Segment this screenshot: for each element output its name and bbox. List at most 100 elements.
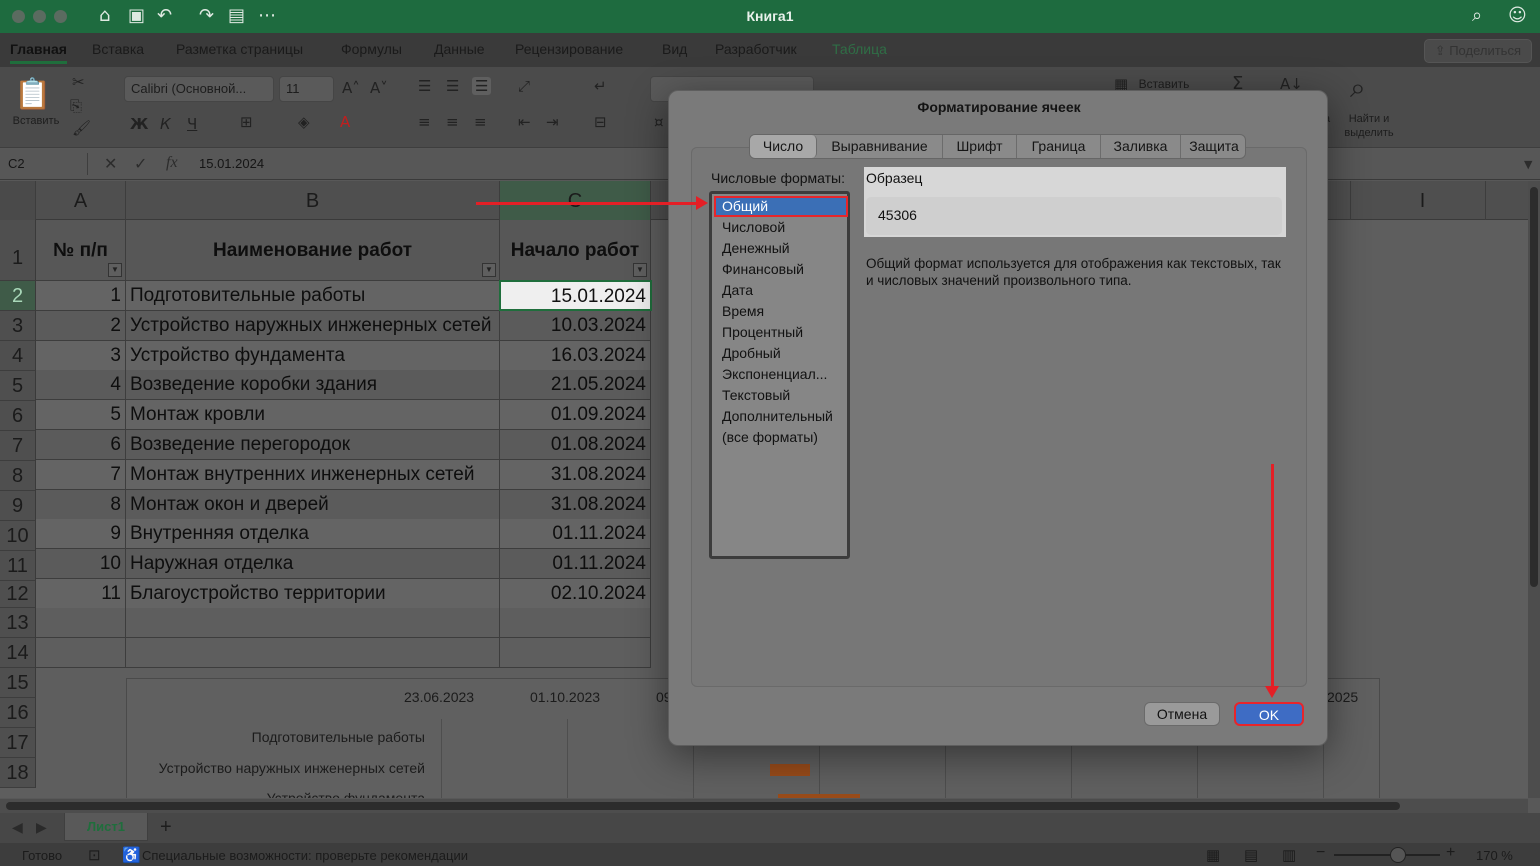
- empty-cell[interactable]: [36, 608, 126, 638]
- cell-number[interactable]: 9: [36, 519, 126, 550]
- zoom-level[interactable]: 170 %: [1476, 848, 1513, 863]
- vertical-scroll-thumb[interactable]: [1530, 187, 1538, 587]
- format-item[interactable]: Экспоненциал...: [722, 366, 827, 382]
- filter-dropdown-c[interactable]: ▼: [633, 263, 647, 277]
- tab-developer[interactable]: Разработчик: [715, 41, 797, 57]
- zoom-in-icon[interactable]: +: [1446, 844, 1455, 862]
- font-name-select[interactable]: Calibri (Основной...: [124, 76, 274, 102]
- row-header[interactable]: 1: [0, 220, 36, 281]
- format-item[interactable]: Текстовый: [722, 387, 790, 403]
- macro-record-icon[interactable]: ⊡: [88, 846, 101, 864]
- tab-page-layout[interactable]: Разметка страницы: [176, 41, 303, 57]
- format-painter-icon[interactable]: 🖌: [72, 119, 91, 137]
- add-sheet-icon[interactable]: +: [160, 816, 172, 839]
- tab-font[interactable]: Шрифт: [943, 135, 1017, 158]
- row-header[interactable]: 15: [0, 668, 36, 698]
- sheet-tab-list1[interactable]: Лист1: [64, 813, 148, 841]
- cell-number[interactable]: 8: [36, 489, 126, 520]
- share-button[interactable]: ⇪ Поделиться: [1423, 39, 1532, 63]
- cell-work-name[interactable]: Внутренняя отделка: [126, 519, 500, 550]
- search-icon[interactable]: ⌕: [1472, 5, 1482, 26]
- column-header-a[interactable]: A: [36, 181, 126, 220]
- align-middle-icon[interactable]: ☰: [446, 77, 459, 95]
- accessibility-icon[interactable]: ♿: [122, 846, 141, 864]
- cell-work-name[interactable]: Благоустройство территории: [126, 579, 500, 609]
- horizontal-scroll-thumb[interactable]: [6, 802, 1400, 810]
- expand-formula-icon[interactable]: ▼: [1524, 158, 1532, 171]
- cell-start-date[interactable]: 31.08.2024: [500, 489, 651, 520]
- row-header[interactable]: 7: [0, 431, 36, 461]
- row-header[interactable]: 6: [0, 401, 36, 431]
- horizontal-scrollbar[interactable]: [0, 799, 1528, 813]
- cell-start-date[interactable]: 31.08.2024: [500, 459, 651, 490]
- empty-cell[interactable]: [126, 608, 500, 638]
- align-center-icon[interactable]: ≡: [446, 113, 459, 131]
- format-item[interactable]: Денежный: [722, 240, 790, 256]
- orientation-icon[interactable]: ⤢: [518, 77, 530, 95]
- tab-fill[interactable]: Заливка: [1101, 135, 1181, 158]
- confirm-entry-icon[interactable]: ✓: [134, 154, 147, 173]
- italic-button[interactable]: К: [160, 115, 171, 133]
- filter-dropdown-a[interactable]: ▼: [108, 263, 122, 277]
- cell-work-name[interactable]: Возведение коробки здания: [126, 370, 500, 401]
- tab-alignment[interactable]: Выравнивание: [817, 135, 943, 158]
- page-break-view-icon[interactable]: ▥: [1282, 846, 1296, 864]
- format-item[interactable]: Дробный: [722, 345, 781, 361]
- format-item[interactable]: Дата: [722, 282, 753, 298]
- bold-button[interactable]: Ж: [130, 115, 148, 133]
- cell-start-date[interactable]: 01.11.2024: [500, 519, 651, 550]
- empty-cell[interactable]: [500, 608, 651, 638]
- tab-insert[interactable]: Вставка: [92, 41, 144, 57]
- cell-number[interactable]: 6: [36, 430, 126, 460]
- row-header[interactable]: 18: [0, 758, 36, 788]
- cell-work-name[interactable]: Устройство фундамента: [126, 340, 500, 371]
- select-all-corner[interactable]: [0, 181, 36, 220]
- cell-number[interactable]: 7: [36, 459, 126, 490]
- cell-work-name[interactable]: Устройство наружных инженерных сетей: [126, 310, 500, 341]
- align-bottom-icon[interactable]: ☰: [472, 77, 492, 95]
- empty-cell[interactable]: [500, 638, 651, 668]
- row-header[interactable]: 16: [0, 698, 36, 728]
- zoom-slider-thumb[interactable]: [1390, 847, 1406, 863]
- row-header[interactable]: 11: [0, 551, 36, 581]
- cell-start-date[interactable]: 16.03.2024: [500, 340, 651, 371]
- insert-function-button[interactable]: fx: [166, 154, 178, 172]
- column-header-i[interactable]: I: [1360, 181, 1486, 220]
- cell-work-name[interactable]: Возведение перегородок: [126, 430, 500, 460]
- decrease-indent-icon[interactable]: ⇤: [518, 113, 531, 131]
- normal-view-icon[interactable]: ▦: [1206, 846, 1220, 864]
- wrap-text-icon[interactable]: ↵: [594, 77, 607, 95]
- cell-number[interactable]: 10: [36, 549, 126, 580]
- row-header[interactable]: 13: [0, 608, 36, 638]
- align-left-icon[interactable]: ≡: [418, 113, 431, 131]
- merge-icon[interactable]: ⊟: [594, 113, 607, 131]
- tab-border[interactable]: Граница: [1017, 135, 1101, 158]
- cell-number[interactable]: 3: [36, 340, 126, 371]
- format-item[interactable]: Процентный: [722, 324, 803, 340]
- cell-start-date[interactable]: 21.05.2024: [500, 370, 651, 401]
- cell-work-name[interactable]: Монтаж внутренних инженерных сетей: [126, 459, 500, 490]
- row-header[interactable]: 10: [0, 521, 36, 551]
- cell-start-date[interactable]: 01.08.2024: [500, 430, 651, 460]
- tab-home[interactable]: Главная: [10, 41, 67, 64]
- cancel-entry-icon[interactable]: ✕: [104, 154, 117, 173]
- format-item[interactable]: Дополнительный: [722, 408, 833, 424]
- underline-button[interactable]: Ч: [187, 115, 197, 133]
- copy-icon[interactable]: ⎘: [70, 97, 82, 115]
- next-sheet-icon[interactable]: ▶: [36, 819, 47, 836]
- tab-view[interactable]: Вид: [662, 41, 687, 57]
- ok-button[interactable]: OK: [1234, 702, 1304, 726]
- find-select-icon[interactable]: ⌕: [1350, 71, 1366, 105]
- row-header[interactable]: 12: [0, 581, 36, 608]
- format-item[interactable]: Время: [722, 303, 764, 319]
- cell-start-date[interactable]: 01.09.2024: [500, 400, 651, 431]
- cell-number[interactable]: 11: [36, 579, 126, 609]
- vertical-scrollbar[interactable]: [1528, 181, 1540, 798]
- cell-work-name[interactable]: Наружная отделка: [126, 549, 500, 580]
- row-header[interactable]: 2: [0, 281, 36, 311]
- page-layout-view-icon[interactable]: ▤: [1244, 846, 1258, 864]
- tab-table[interactable]: Таблица: [832, 41, 887, 57]
- cell-number[interactable]: 1: [36, 281, 126, 311]
- accessibility-status[interactable]: Специальные возможности: проверьте реком…: [142, 848, 468, 863]
- row-header[interactable]: 5: [0, 371, 36, 401]
